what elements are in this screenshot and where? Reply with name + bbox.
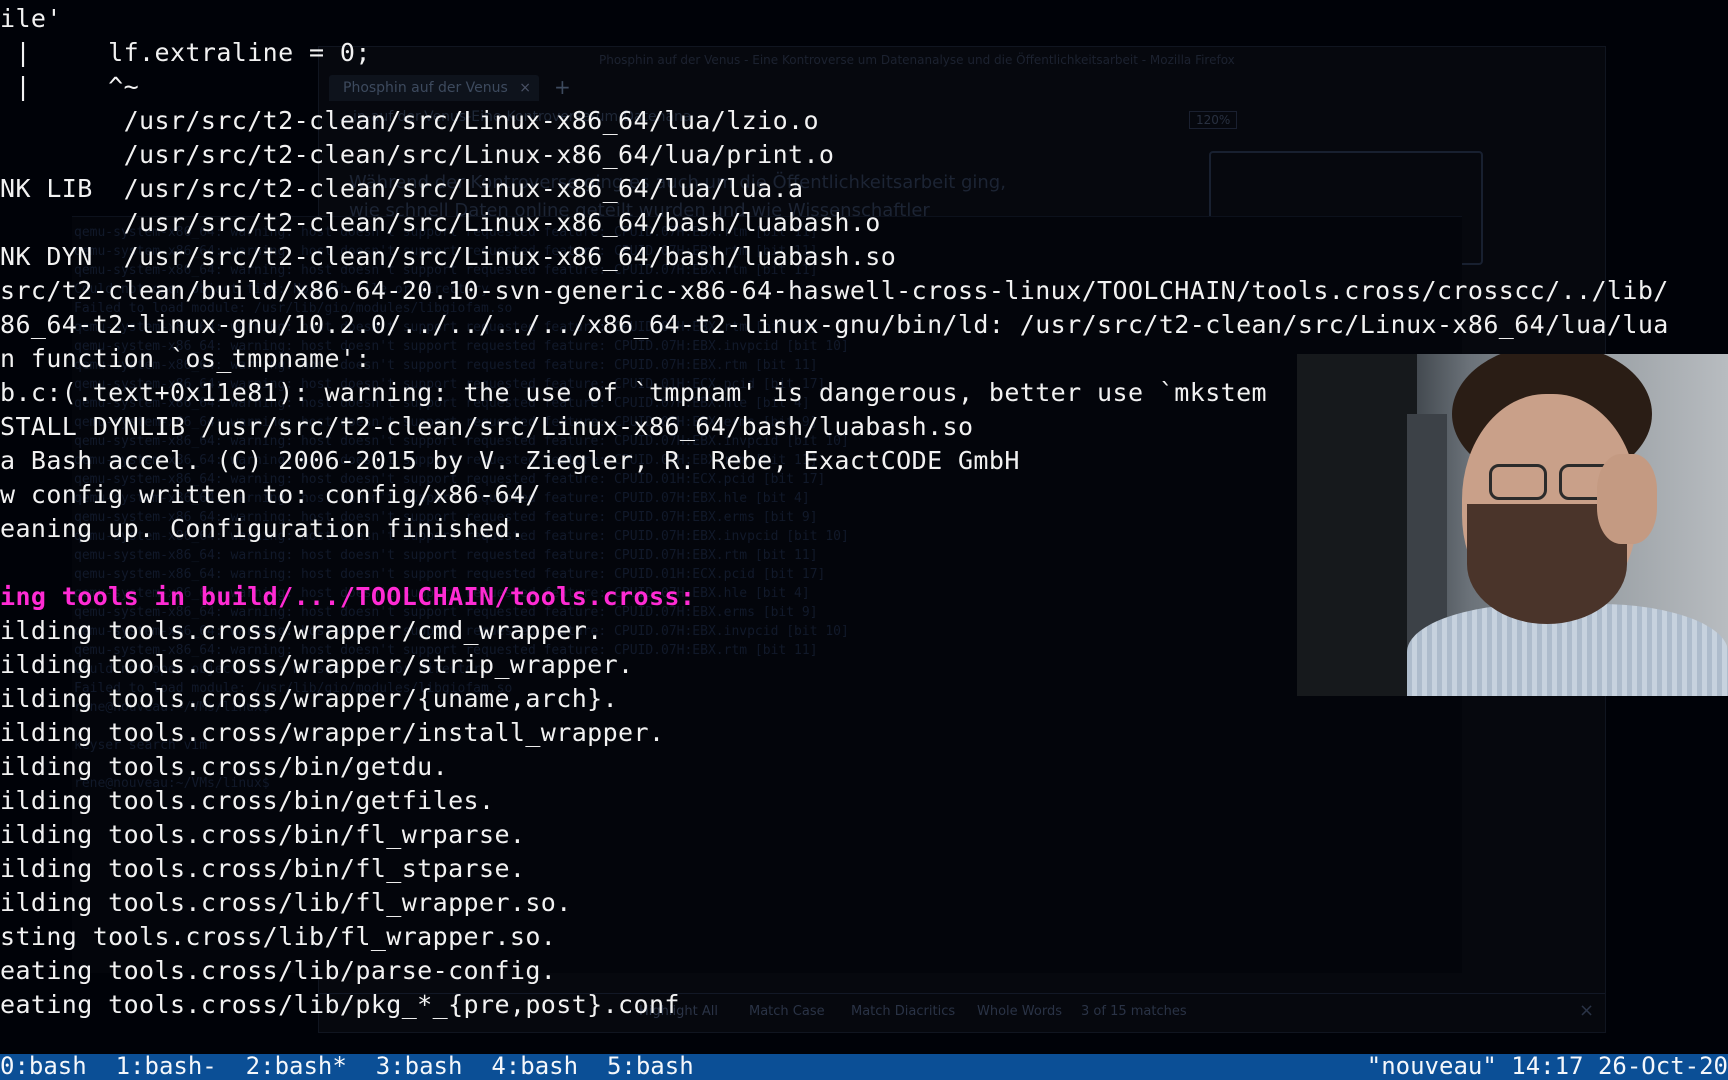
terminal-line: | ^~ bbox=[0, 72, 140, 101]
tmux-clock: 14:17 bbox=[1511, 1054, 1584, 1080]
tmux-status-bar: 0:bash 1:bash- 2:bash* 3:bash 4:bash 5:b… bbox=[0, 1054, 1728, 1080]
terminal-line: ilding tools.cross/lib/fl_wrapper.so. bbox=[0, 888, 572, 917]
terminal-line: ilding tools.cross/bin/getdu. bbox=[0, 752, 449, 781]
terminal-line: ilding tools.cross/bin/getfiles. bbox=[0, 786, 495, 815]
tmux-window-tab[interactable]: 5:bash bbox=[607, 1054, 694, 1080]
terminal-line: ile' bbox=[0, 4, 62, 33]
terminal-line: src/t2-clean/build/x86-64-20.10-svn-gene… bbox=[0, 276, 1669, 305]
terminal-line: ilding tools.cross/bin/fl_wrparse. bbox=[0, 820, 526, 849]
terminal-line: 86_64-t2-linux-gnu/10.2.0/../../../../x8… bbox=[0, 310, 1669, 339]
tmux-window-tab[interactable]: 3:bash bbox=[376, 1054, 463, 1080]
terminal-line: | lf.extraline = 0; bbox=[0, 38, 371, 67]
tmux-window-list: 0:bash 1:bash- 2:bash* 3:bash 4:bash 5:b… bbox=[0, 1054, 694, 1080]
tmux-window-tab[interactable]: 2:bash* bbox=[246, 1054, 347, 1080]
terminal-line: /usr/src/t2-clean/src/Linux-x86_64/bash/… bbox=[0, 208, 881, 237]
webcam-overlay bbox=[1297, 354, 1728, 696]
terminal-line: /usr/src/t2-clean/src/Linux-x86_64/lua/p… bbox=[0, 140, 835, 169]
terminal-line: /usr/src/t2-clean/src/Linux-x86_64/lua/l… bbox=[0, 106, 819, 135]
terminal-line: eating tools.cross/lib/parse-config. bbox=[0, 956, 557, 985]
terminal-line: sting tools.cross/lib/fl_wrapper.so. bbox=[0, 922, 557, 951]
terminal-line: ilding tools.cross/bin/fl_stparse. bbox=[0, 854, 526, 883]
tmux-window-tab[interactable]: 0:bash bbox=[0, 1054, 87, 1080]
tmux-date: 26-Oct-20 bbox=[1597, 1054, 1728, 1080]
tmux-window-tab[interactable]: 1:bash- bbox=[116, 1054, 217, 1080]
tmux-status-right: "nouveau" 14:17 26-Oct-20 bbox=[1367, 1054, 1728, 1080]
tmux-hostname: "nouveau" bbox=[1366, 1054, 1497, 1080]
terminal-line: NK LIB /usr/src/t2-clean/src/Linux-x86_6… bbox=[0, 174, 804, 203]
terminal-line: ilding tools.cross/wrapper/install_wrapp… bbox=[0, 718, 665, 747]
terminal-line: NK DYN /usr/src/t2-clean/src/Linux-x86_6… bbox=[0, 242, 897, 271]
tmux-window-tab[interactable]: 4:bash bbox=[491, 1054, 578, 1080]
terminal-line: eating tools.cross/lib/pkg_*_{pre,post}.… bbox=[0, 990, 680, 1019]
